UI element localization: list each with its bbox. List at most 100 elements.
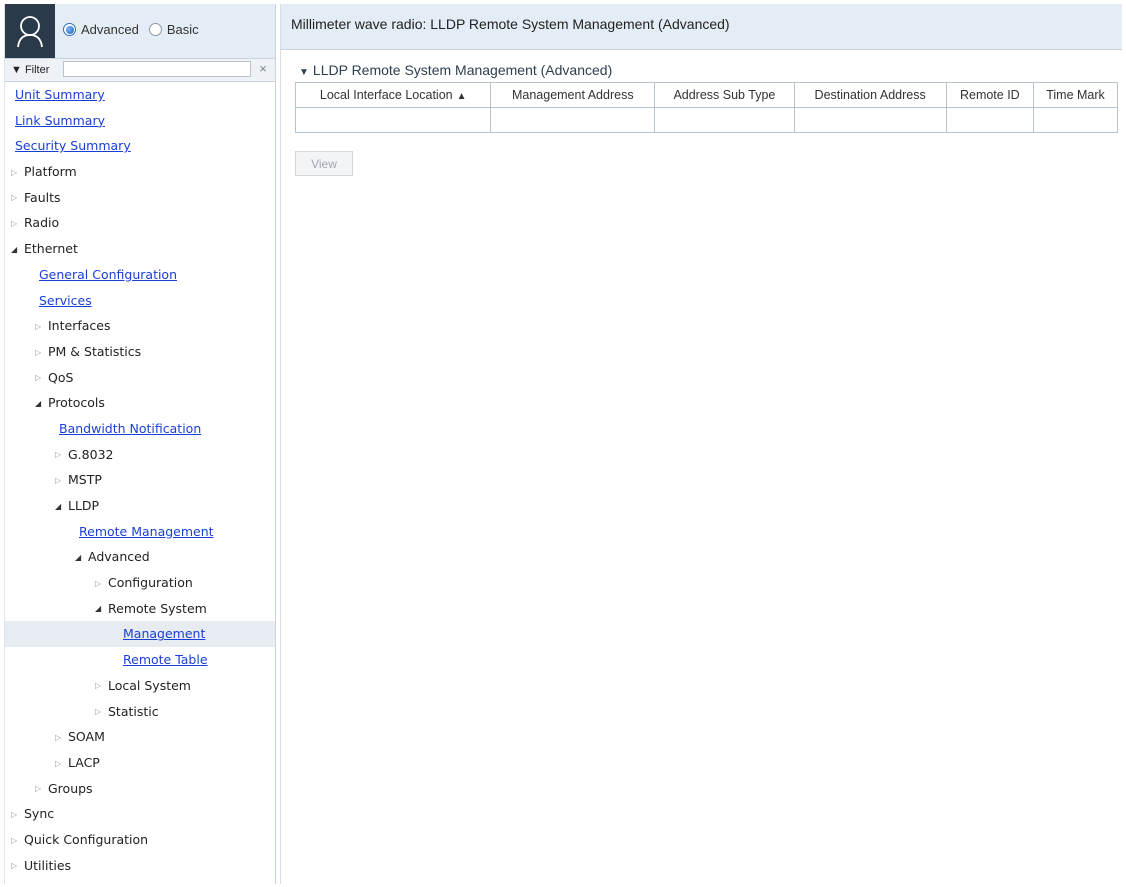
nav-item-ethernet[interactable]: ◢ Ethernet — [5, 236, 275, 262]
nav-item-services[interactable]: Services — [5, 288, 275, 314]
nav-item-lldp[interactable]: ◢ LLDP — [5, 493, 275, 519]
nav-item-groups[interactable]: ▷ Groups — [5, 776, 275, 802]
tree-collapsed-icon[interactable]: ▷ — [95, 673, 106, 699]
nav-item-protocols[interactable]: ◢ Protocols — [5, 390, 275, 416]
nav-item-soam[interactable]: ▷ SOAM — [5, 724, 275, 750]
tree-collapsed-icon[interactable]: ▷ — [11, 802, 22, 828]
column-header-address-sub-type[interactable]: Address Sub Type — [654, 82, 795, 108]
panel-title-text: LLDP Remote System Management (Advanced) — [312, 62, 613, 78]
nav-item-link-summary[interactable]: Link Summary — [5, 108, 275, 134]
tree-collapsed-icon[interactable]: ▷ — [55, 751, 66, 777]
nav-item-label: Ethernet — [24, 241, 78, 257]
tree-collapsed-icon[interactable]: ▷ — [95, 699, 106, 725]
tree-collapsed-icon[interactable]: ▷ — [11, 185, 22, 211]
column-header-management-address[interactable]: Management Address — [490, 82, 656, 108]
nav-item-label: Services — [39, 292, 92, 308]
nav-item-sync[interactable]: ▷ Sync — [5, 801, 275, 827]
nav-item-label: Sync — [24, 806, 55, 822]
tree-collapsed-icon[interactable]: ▷ — [11, 211, 22, 237]
view-button[interactable]: View — [295, 151, 353, 176]
table-cell — [294, 107, 492, 133]
filter-label[interactable]: ▼ Filter — [5, 64, 67, 76]
nav-item-label: Remote System — [108, 600, 207, 616]
nav-item-label: Quick Configuration — [24, 831, 149, 847]
nav-item-management[interactable]: Management — [5, 621, 275, 648]
tree-collapsed-icon[interactable]: ▷ — [55, 442, 66, 468]
page-title: Millimeter wave radio: LLDP Remote Syste… — [281, 4, 1122, 50]
tree-collapsed-icon[interactable]: ▷ — [35, 340, 46, 366]
nav-item-label: Advanced — [88, 549, 150, 565]
tree-expanded-icon[interactable]: ◢ — [75, 545, 86, 571]
column-header-time-mark[interactable]: Time Mark — [1033, 82, 1118, 108]
tree-collapsed-icon[interactable]: ▷ — [35, 314, 46, 340]
nav-item-interfaces[interactable]: ▷ Interfaces — [5, 313, 275, 339]
nav-item-advanced[interactable]: ◢ Advanced — [5, 544, 275, 570]
nav-item-radio[interactable]: ▷ Radio — [5, 210, 275, 236]
table-row[interactable] — [294, 107, 1118, 133]
nav-item-local-system[interactable]: ▷ Local System — [5, 673, 275, 699]
sidebar-header: Advanced Basic — [5, 4, 275, 59]
radio-unselected-icon — [148, 23, 162, 36]
nav-item-label: Bandwidth Notification — [59, 420, 202, 436]
nav-item-label: PM & Statistics — [48, 343, 142, 359]
nav-item-qos[interactable]: ▷ QoS — [5, 365, 275, 391]
tree-collapsed-icon[interactable]: ▷ — [55, 468, 66, 494]
nav-item-pm-statistics[interactable]: ▷ PM & Statistics — [5, 339, 275, 365]
nav-item-mstp[interactable]: ▷ MSTP — [5, 467, 275, 493]
panel-title[interactable]: ▼ LLDP Remote System Management (Advanced… — [299, 62, 612, 78]
nav-item-security-summary[interactable]: Security Summary — [5, 133, 275, 159]
user-icon[interactable] — [5, 4, 55, 58]
nav-item-lacp[interactable]: ▷ LACP — [5, 750, 275, 776]
nav-item-g-8032[interactable]: ▷ G.8032 — [5, 442, 275, 468]
tree-collapsed-icon[interactable]: ▷ — [95, 571, 106, 597]
nav-item-unit-summary[interactable]: Unit Summary — [5, 82, 275, 108]
mode-radio-advanced[interactable]: Advanced — [63, 22, 139, 37]
nav-item-quick-configuration[interactable]: ▷ Quick Configuration — [5, 827, 275, 853]
nav-item-platform[interactable]: ▷ Platform — [5, 159, 275, 185]
filter-input[interactable] — [63, 61, 251, 77]
tree-collapsed-icon[interactable]: ▷ — [11, 828, 22, 854]
column-header-destination-address[interactable]: Destination Address — [793, 82, 947, 108]
nav-item-remote-table[interactable]: Remote Table — [5, 647, 275, 673]
tree-collapsed-icon[interactable]: ▷ — [55, 725, 66, 751]
tree-expanded-icon[interactable]: ◢ — [55, 494, 66, 520]
collapse-caret-icon: ▼ — [299, 67, 309, 78]
column-header-local-interface-location[interactable]: Local Interface Location ▲ — [294, 82, 492, 108]
filter-clear-icon[interactable]: × — [253, 61, 273, 77]
nav-item-label: Platform — [24, 164, 77, 180]
tree-expanded-icon[interactable]: ◢ — [11, 237, 22, 263]
tree-collapsed-icon[interactable]: ▷ — [11, 160, 22, 186]
nav-item-label: Faults — [24, 189, 61, 205]
nav-item-faults[interactable]: ▷ Faults — [5, 185, 275, 211]
mode-radio-basic[interactable]: Basic — [148, 22, 199, 37]
column-header-remote-id[interactable]: Remote ID — [945, 82, 1035, 108]
nav-item-label: Security Summary — [15, 138, 131, 154]
table-header-row: Local Interface Location ▲ Management Add… — [294, 82, 1118, 108]
table-cell — [1033, 107, 1118, 133]
table-cell — [490, 107, 656, 133]
app-window: Advanced Basic ▼ Filter × Unit Summary Li… — [0, 0, 1126, 887]
nav-item-utilities[interactable]: ▷ Utilities — [5, 853, 275, 879]
column-header-label: Local Interface Location — [319, 88, 453, 102]
nav-item-label: MSTP — [68, 472, 102, 488]
nav-item-configuration[interactable]: ▷ Configuration — [5, 570, 275, 596]
main-content: Millimeter wave radio: LLDP Remote Syste… — [280, 4, 1122, 884]
nav-item-label: Configuration — [108, 575, 193, 591]
table-cell — [945, 107, 1035, 133]
table-cell — [654, 107, 795, 133]
radio-selected-icon — [63, 23, 76, 36]
nav-item-bandwidth-notification[interactable]: Bandwidth Notification — [5, 416, 275, 442]
tree-expanded-icon[interactable]: ◢ — [35, 391, 46, 417]
lldp-remote-table: Local Interface Location ▲ Management Add… — [294, 82, 1118, 133]
nav-item-remote-system[interactable]: ◢ Remote System — [5, 596, 275, 622]
tree-collapsed-icon[interactable]: ▷ — [35, 365, 46, 391]
tree-collapsed-icon[interactable]: ▷ — [11, 853, 22, 879]
tree-collapsed-icon[interactable]: ▷ — [35, 776, 46, 802]
tree-expanded-icon[interactable]: ◢ — [95, 596, 106, 622]
nav-item-statistic[interactable]: ▷ Statistic — [5, 699, 275, 725]
nav-item-remote-management[interactable]: Remote Management — [5, 519, 275, 545]
nav-item-label: SOAM — [68, 729, 105, 745]
nav-item-general-configuration[interactable]: General Configuration — [5, 262, 275, 288]
nav-item-label: General Configuration — [39, 266, 178, 282]
mode-radio-basic-label: Basic — [166, 22, 199, 37]
